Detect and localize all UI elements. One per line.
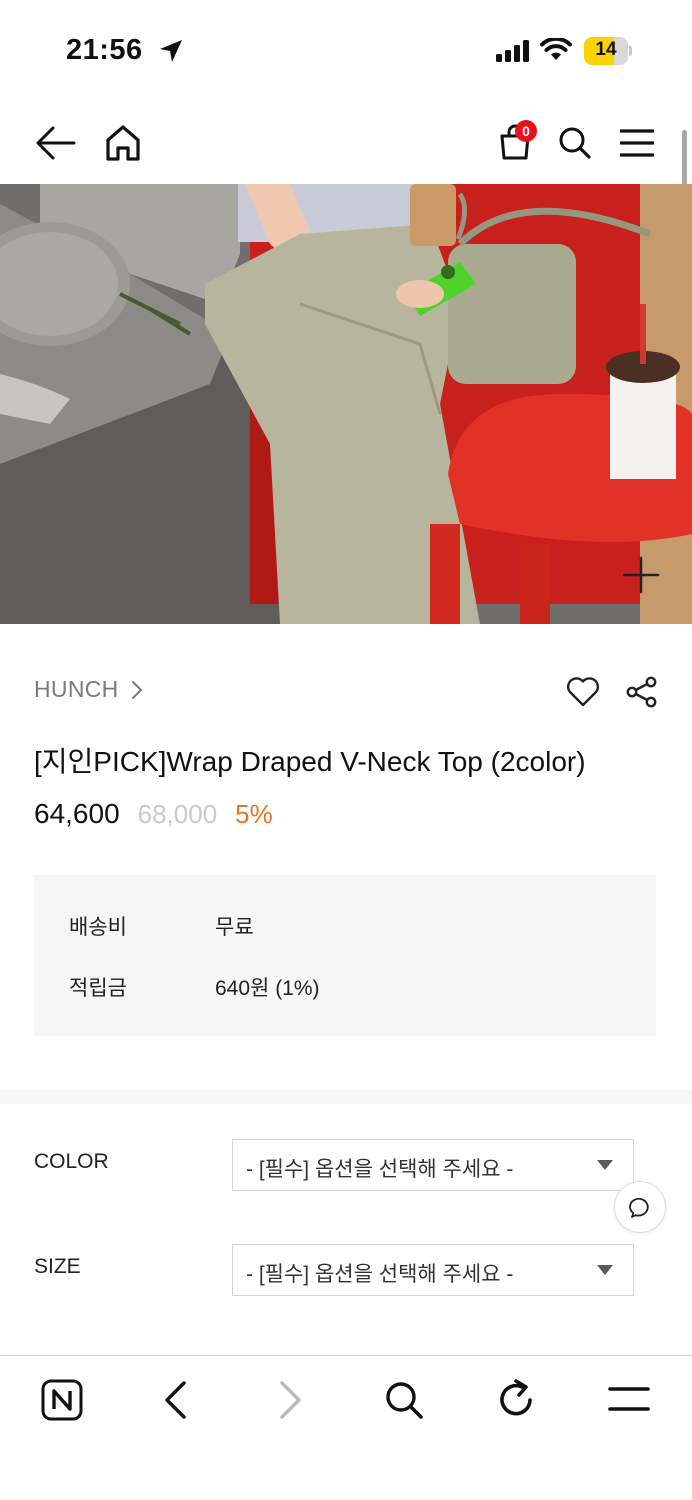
product-image[interactable] xyxy=(0,184,692,624)
section-divider xyxy=(0,1090,692,1104)
browser-forward-icon[interactable] xyxy=(278,1380,304,1420)
location-arrow-icon xyxy=(160,40,182,62)
chat-button[interactable] xyxy=(614,1181,666,1233)
browser-toolbar xyxy=(0,1355,692,1500)
share-icon[interactable] xyxy=(626,676,658,708)
naver-n-icon[interactable] xyxy=(41,1379,83,1421)
dropdown-caret-icon xyxy=(597,1160,613,1170)
color-option-label: COLOR xyxy=(34,1150,109,1173)
sale-price: 64,600 xyxy=(34,798,120,829)
battery-level: 14 xyxy=(595,39,617,60)
shipping-fee-value: 무료 xyxy=(215,916,254,939)
brand-link[interactable]: HUNCH xyxy=(34,676,119,703)
size-select[interactable]: - [필수] 옵션을 선택해 주세요 - xyxy=(232,1244,634,1296)
chevron-right-icon[interactable] xyxy=(130,680,144,700)
menu-icon[interactable] xyxy=(620,128,654,158)
dropdown-caret-icon xyxy=(597,1265,613,1275)
size-select-placeholder: - [필수] 옵션을 선택해 주세요 - xyxy=(246,1263,514,1286)
top-navigation xyxy=(0,100,692,184)
status-time: 21:56 xyxy=(66,34,143,66)
chat-bubble-icon xyxy=(629,1197,649,1218)
cart-count-badge: 0 xyxy=(515,120,537,142)
status-bar: 21:56 14 xyxy=(0,0,692,100)
battery-indicator: 14 xyxy=(584,37,632,65)
color-select[interactable]: - [필수] 옵션을 선택해 주세요 - xyxy=(232,1139,634,1191)
back-arrow-icon[interactable] xyxy=(36,126,76,160)
cellular-signal-icon xyxy=(496,40,529,62)
search-icon[interactable] xyxy=(558,126,592,160)
discount-rate: 5% xyxy=(235,799,273,829)
reload-icon[interactable] xyxy=(496,1378,536,1420)
reward-points-value: 640원 (1%) xyxy=(215,977,320,1000)
product-title: [지인PICK]Wrap Draped V-Neck Top (2color) xyxy=(34,746,586,777)
wifi-icon xyxy=(540,38,572,60)
wishlist-heart-icon[interactable] xyxy=(566,676,600,708)
product-photo xyxy=(0,184,692,624)
browser-menu-icon[interactable] xyxy=(608,1386,650,1412)
original-price: 68,000 xyxy=(137,799,218,829)
color-select-placeholder: - [필수] 옵션을 선택해 주세요 - xyxy=(246,1158,514,1181)
size-option-label: SIZE xyxy=(34,1255,81,1278)
reward-points-label: 적립금 xyxy=(69,977,127,1000)
browser-back-icon[interactable] xyxy=(162,1380,188,1420)
shipping-fee-label: 배송비 xyxy=(69,916,127,939)
home-icon[interactable] xyxy=(104,124,142,162)
shipping-info-box: 배송비 무료 적립금 640원 (1%) xyxy=(34,875,656,1036)
scroll-indicator xyxy=(682,130,687,192)
zoom-plus-icon[interactable] xyxy=(622,556,660,594)
browser-search-icon[interactable] xyxy=(384,1380,424,1420)
price-row: 64,600 68,000 5% xyxy=(34,798,273,834)
